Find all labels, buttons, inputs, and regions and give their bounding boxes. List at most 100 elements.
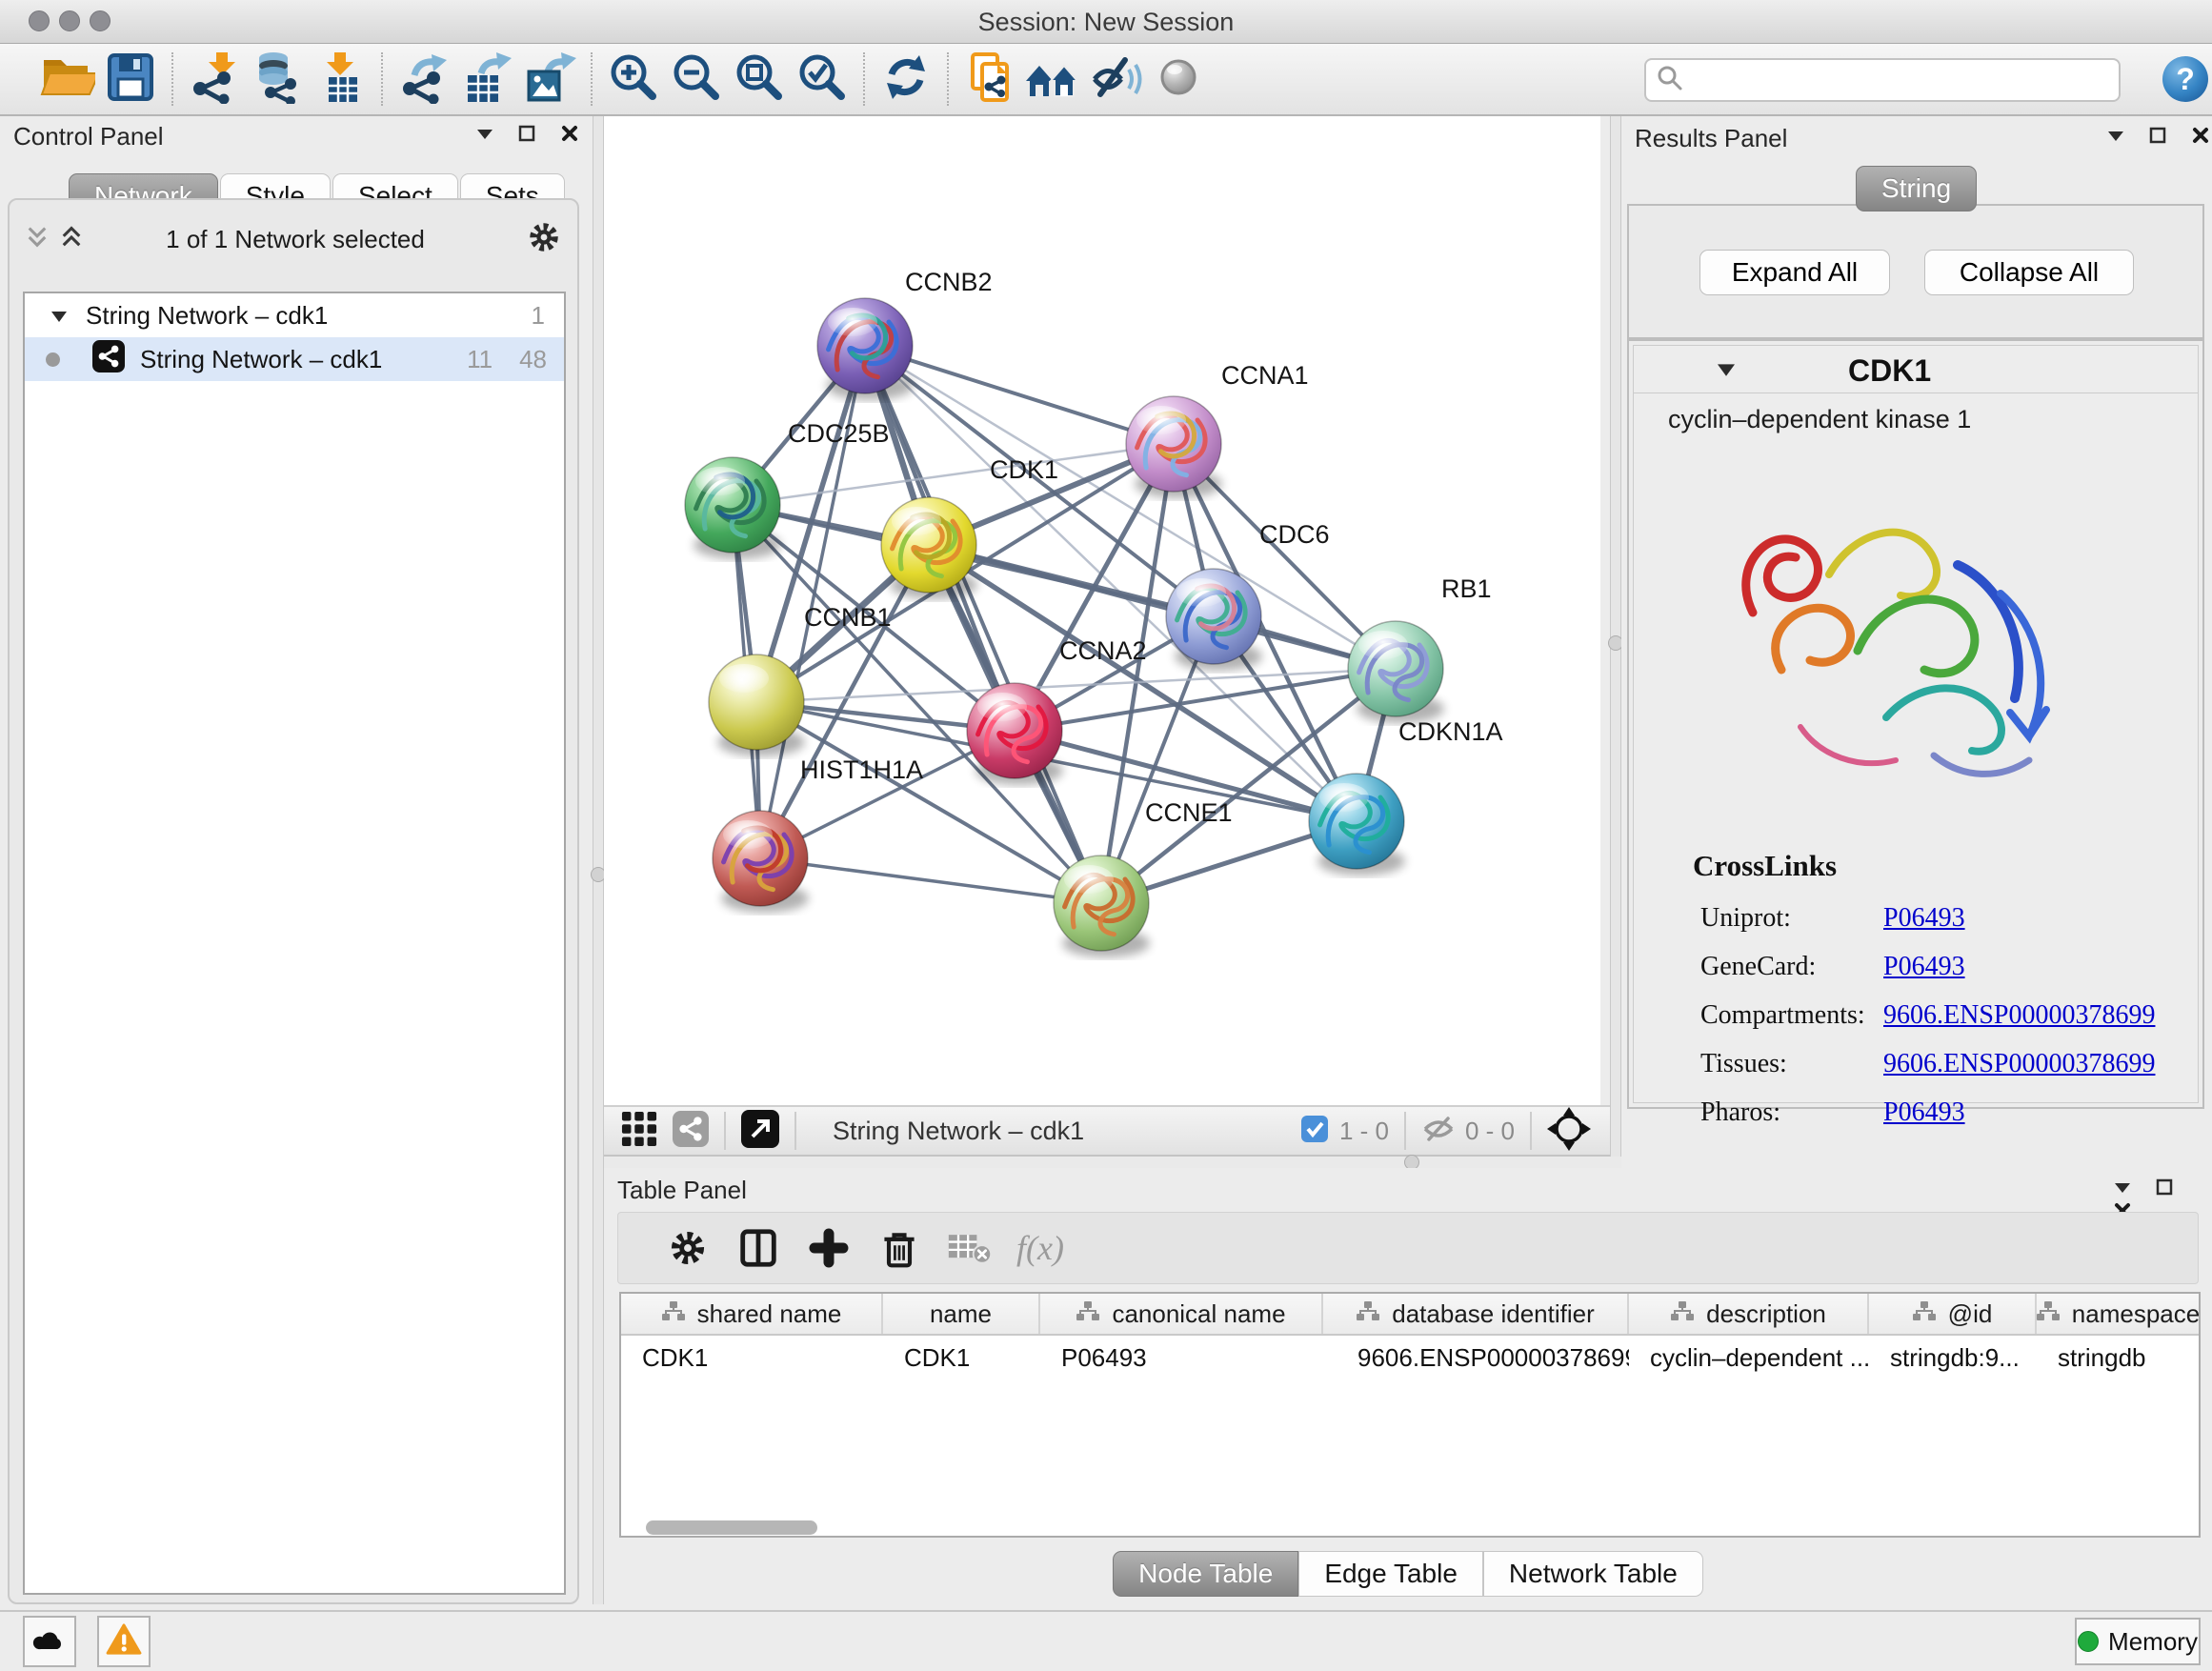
expand-all-button[interactable]: Expand All <box>1699 250 1890 295</box>
network-node[interactable] <box>1054 856 1150 957</box>
zoom-in-button[interactable] <box>602 49 665 110</box>
import-database-button[interactable] <box>246 49 309 110</box>
open-folder-icon <box>40 52 95 107</box>
network-share-view-icon[interactable] <box>673 1111 709 1152</box>
zoom-selected-button[interactable] <box>791 49 854 110</box>
selected-checkbox-icon[interactable] <box>1299 1114 1330 1149</box>
network-node[interactable] <box>685 457 781 559</box>
table-row[interactable]: CDK1 CDK1 P06493 9606.ENSP00000378699 cy… <box>621 1336 2199 1379</box>
cell-name[interactable]: CDK1 <box>883 1336 1040 1379</box>
clone-network-button[interactable] <box>958 49 1021 110</box>
network-node[interactable] <box>1309 774 1405 876</box>
collapse-all-button[interactable]: Collapse All <box>1924 250 2134 295</box>
import-table-button[interactable] <box>309 49 372 110</box>
crosslink-value[interactable]: P06493 <box>1883 952 1965 982</box>
zoom-out-button[interactable] <box>665 49 728 110</box>
table-settings-gear-icon[interactable] <box>653 1221 723 1275</box>
cell-id[interactable]: stringdb:9... <box>1869 1336 2037 1379</box>
toolbar-separator <box>381 52 383 106</box>
tab-node-table[interactable]: Node Table <box>1113 1551 1298 1597</box>
delete-table-icon[interactable] <box>935 1221 1005 1275</box>
show-columns-icon[interactable] <box>723 1221 794 1275</box>
column-header[interactable]: canonical name <box>1040 1294 1323 1334</box>
network-node[interactable] <box>713 811 809 913</box>
save-session-button[interactable] <box>99 49 162 110</box>
column-header[interactable]: namespace <box>2037 1294 2199 1334</box>
hidden-eye-icon[interactable] <box>1421 1115 1456 1148</box>
collapse-panel-icon[interactable] <box>474 124 495 148</box>
network-edge[interactable] <box>865 346 1101 903</box>
network-node-label: CDKN1A <box>1398 717 1503 746</box>
tab-network-table[interactable]: Network Table <box>1483 1551 1703 1597</box>
network-node[interactable] <box>817 298 914 400</box>
network-node-label: CCNB1 <box>804 603 892 632</box>
collapse-panel-icon[interactable] <box>2112 1178 2133 1201</box>
export-table-button[interactable] <box>455 49 518 110</box>
first-neighbors-button[interactable] <box>1021 49 1084 110</box>
float-panel-icon[interactable] <box>516 124 537 148</box>
function-builder-icon[interactable]: f(x) <box>1005 1221 1076 1275</box>
left-splitter[interactable] <box>593 116 604 1604</box>
crosslink-value[interactable]: P06493 <box>1883 903 1965 934</box>
tab-string[interactable]: String <box>1856 166 1977 211</box>
warning-button[interactable] <box>97 1616 151 1667</box>
grid-view-icon[interactable] <box>621 1111 657 1152</box>
network-canvas[interactable]: CCNB2CCNA1CDC25BCDK1CDC6RB1CCNB1CCNA2CDK… <box>604 116 1600 1105</box>
float-panel-icon[interactable] <box>2147 126 2168 150</box>
column-header[interactable]: description <box>1629 1294 1869 1334</box>
external-view-icon[interactable] <box>741 1110 779 1153</box>
collapse-panel-icon[interactable] <box>2105 126 2126 150</box>
network-edge[interactable] <box>760 858 1101 903</box>
column-header[interactable]: database identifier <box>1323 1294 1629 1334</box>
clone-network-icon <box>963 50 1016 109</box>
cloud-button[interactable] <box>23 1616 76 1667</box>
network-options-gear-icon[interactable] <box>526 219 562 260</box>
crosslink-value[interactable]: P06493 <box>1883 1097 1965 1128</box>
tree-expand-icon[interactable] <box>50 301 69 331</box>
right-splitter[interactable] <box>1610 116 1621 1168</box>
network-edge[interactable] <box>865 346 1174 444</box>
show-all-button[interactable] <box>1147 49 1210 110</box>
cell-canonical-name[interactable]: P06493 <box>1040 1336 1323 1379</box>
crosslink-value[interactable]: 9606.ENSP00000378699 <box>1883 1049 2155 1079</box>
close-panel-icon[interactable] <box>2190 126 2211 150</box>
tab-edge-table[interactable]: Edge Table <box>1298 1551 1483 1597</box>
network-edge[interactable] <box>733 444 1174 505</box>
network-node[interactable] <box>967 683 1063 785</box>
cell-database-identifier[interactable]: 9606.ENSP00000378699 <box>1323 1336 1629 1379</box>
column-header[interactable]: @id <box>1869 1294 2037 1334</box>
open-session-button[interactable] <box>36 49 99 110</box>
export-image-button[interactable] <box>518 49 581 110</box>
network-node[interactable] <box>1126 396 1222 498</box>
network-node[interactable] <box>709 654 805 756</box>
help-button[interactable]: ? <box>2161 54 2210 109</box>
network-node[interactable] <box>881 497 977 599</box>
import-network-button[interactable] <box>183 49 246 110</box>
network-node[interactable] <box>1348 621 1444 723</box>
network-node[interactable] <box>1166 569 1262 671</box>
search-box[interactable] <box>1644 58 2121 102</box>
export-network-button[interactable] <box>392 49 455 110</box>
hide-selected-button[interactable] <box>1084 49 1147 110</box>
birdseye-icon[interactable] <box>1547 1107 1591 1156</box>
add-column-icon[interactable] <box>794 1221 864 1275</box>
cell-description[interactable]: cyclin–dependent ... <box>1629 1336 1869 1379</box>
crosslink-label: Uniprot: <box>1700 903 1883 934</box>
zoom-fit-button[interactable] <box>728 49 791 110</box>
close-panel-icon[interactable] <box>559 124 580 148</box>
memory-button[interactable]: Memory <box>2075 1618 2201 1665</box>
network-tree-child-row[interactable]: String Network – cdk1 11 48 <box>25 337 564 381</box>
zoom-fit-icon <box>733 50 786 109</box>
horizontal-scrollbar[interactable] <box>646 1520 817 1535</box>
crosslink-value[interactable]: 9606.ENSP00000378699 <box>1883 1000 2155 1031</box>
cell-namespace[interactable]: stringdb <box>2037 1336 2199 1379</box>
delete-column-trash-icon[interactable] <box>864 1221 935 1275</box>
search-input[interactable] <box>1684 65 2094 96</box>
column-header[interactable]: name <box>883 1294 1040 1334</box>
column-header[interactable]: shared name <box>621 1294 883 1334</box>
section-collapse-icon[interactable] <box>1715 361 1738 383</box>
network-tree-root-row[interactable]: String Network – cdk1 1 <box>25 293 564 337</box>
float-panel-icon[interactable] <box>2154 1178 2175 1201</box>
cell-shared-name[interactable]: CDK1 <box>621 1336 883 1379</box>
refresh-button[interactable] <box>875 49 937 110</box>
